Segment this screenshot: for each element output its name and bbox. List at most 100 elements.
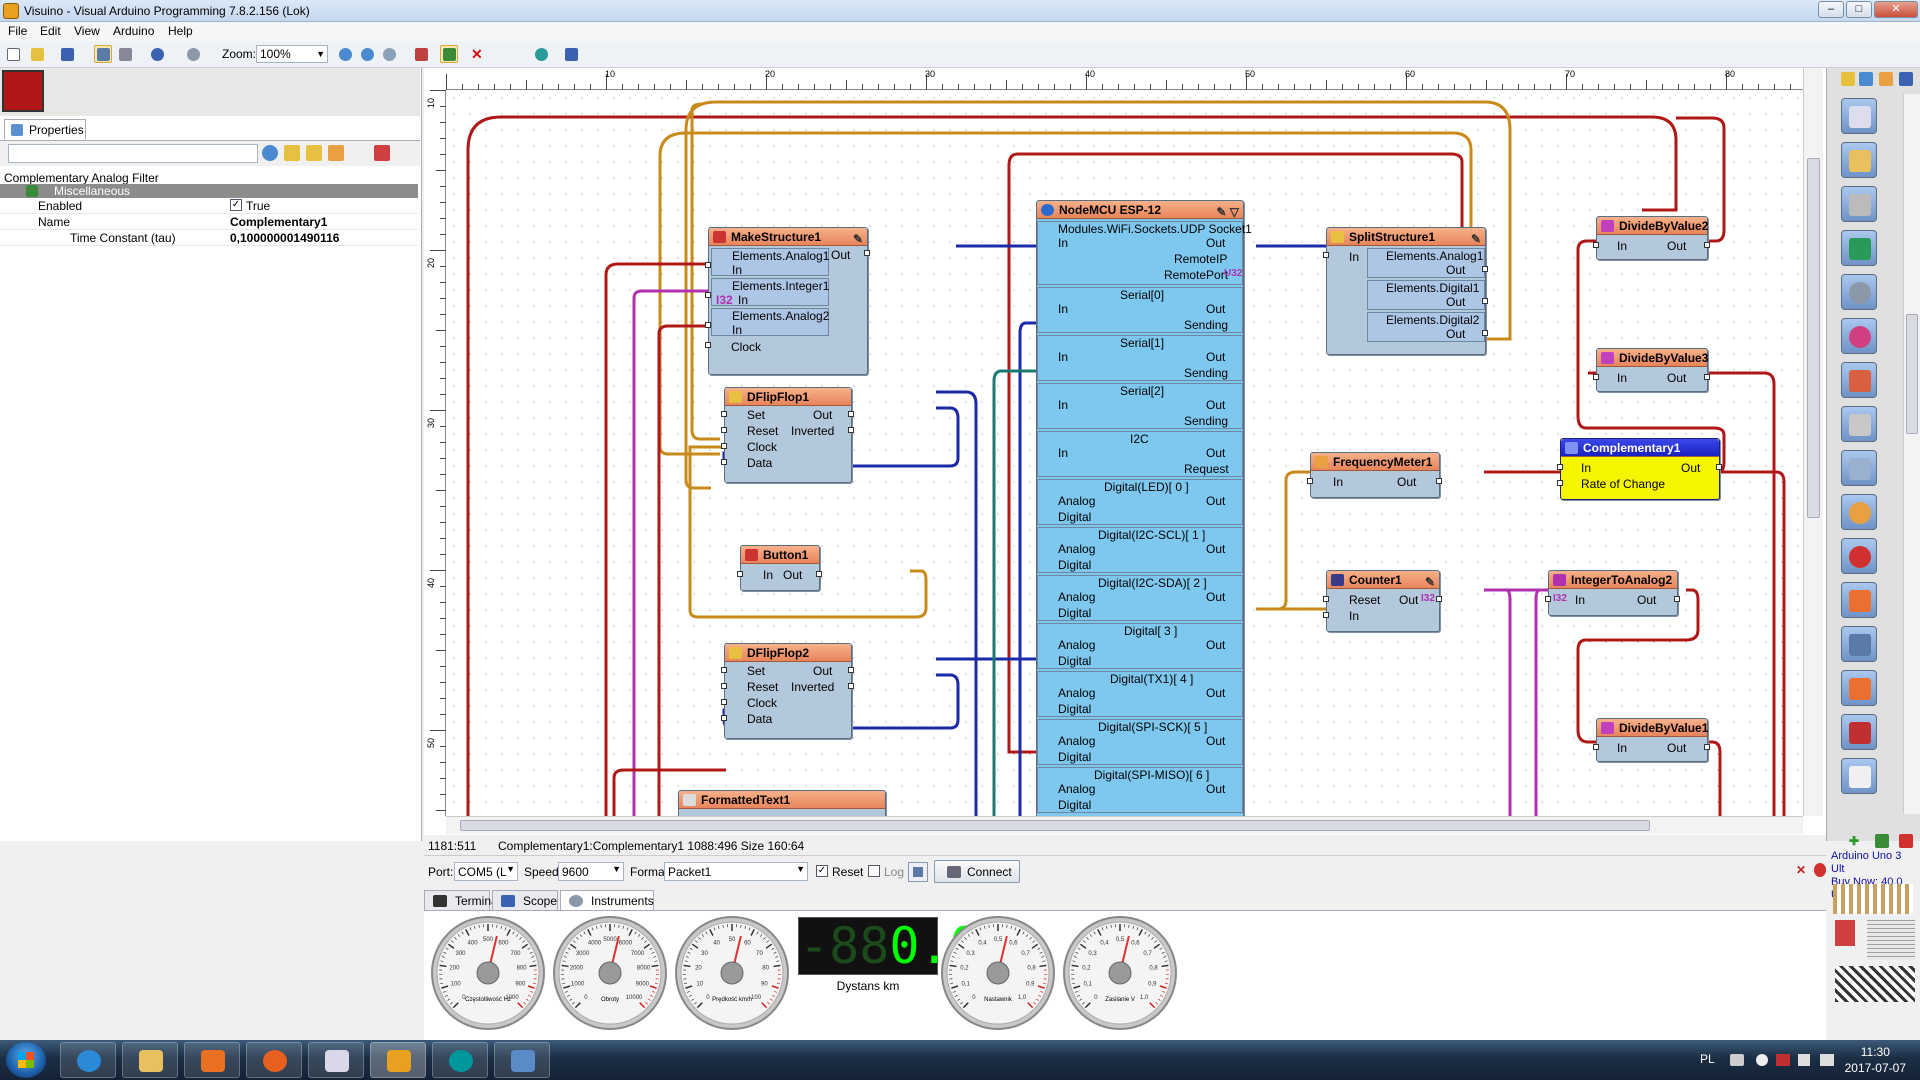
pin-icon[interactable]: [374, 145, 390, 161]
output-pin[interactable]: [1436, 478, 1442, 484]
undo-button[interactable]: [148, 45, 166, 63]
log-settings-button[interactable]: [908, 862, 928, 882]
wrench-icon[interactable]: ✎: [1425, 573, 1435, 591]
element-digital1[interactable]: Elements.Digital1 Out: [1367, 280, 1485, 310]
palette-collapse-icon[interactable]: [1879, 72, 1893, 86]
digital1-section[interactable]: Digital(I2C-SCL)[ 1 ] Analog Digital Out: [1037, 527, 1243, 573]
component-formattedtext[interactable]: FormattedText1: [678, 790, 886, 816]
keyboard-icon[interactable]: [1730, 1054, 1744, 1066]
digital2-section[interactable]: Digital(I2C-SDA)[ 2 ] Analog Digital Out: [1037, 575, 1243, 621]
component-header[interactable]: DivideByValue3: [1597, 349, 1708, 367]
property-row-time-constant[interactable]: Time Constant (tau) 0,100000001490116: [0, 230, 418, 246]
palette-item-communication[interactable]: [1841, 626, 1877, 662]
component-header[interactable]: MakeStructure1 ✎: [709, 228, 867, 246]
taskbar-media[interactable]: [184, 1042, 240, 1078]
taskbar-visuino[interactable]: [370, 1042, 426, 1078]
serial0-section[interactable]: Serial[0] In Out Sending: [1037, 287, 1243, 333]
diagram-thumbnail[interactable]: [0, 68, 420, 116]
property-group-miscellaneous[interactable]: Miscellaneous: [0, 184, 418, 198]
palette-item-motor[interactable]: [1841, 274, 1877, 310]
network-icon[interactable]: [1776, 1054, 1790, 1066]
link-button[interactable]: [440, 45, 458, 63]
menu-file[interactable]: File: [8, 24, 27, 38]
input-pin[interactable]: [1593, 374, 1599, 380]
grid-button[interactable]: [116, 45, 134, 63]
component-header[interactable]: IntegerToAnalog2: [1549, 571, 1677, 589]
reset-checkbox[interactable]: ✓: [816, 865, 828, 877]
palette-item-filter[interactable]: [1841, 450, 1877, 486]
output-pin[interactable]: [848, 411, 854, 417]
component-nodemcu[interactable]: NodeMCU ESP-12 ✎ ▽ Modules.WiFi.Sockets.U…: [1036, 200, 1252, 816]
taskbar-arduino[interactable]: [432, 1042, 488, 1078]
stop-icon[interactable]: [1814, 863, 1826, 877]
palette-item-flow[interactable]: [1841, 670, 1877, 706]
diagram-horizontal-scrollbar[interactable]: [446, 816, 1803, 834]
component-dividebyvalue3[interactable]: DivideByValue3 In Out: [1593, 348, 1710, 392]
palette-item-document[interactable]: [1841, 758, 1877, 794]
flag-icon[interactable]: [1798, 1054, 1810, 1066]
wrench-icon[interactable]: ✎: [1471, 230, 1481, 248]
component-splitstructure[interactable]: SplitStructure1 ✎ In Elements.Analog1 Out …: [1323, 227, 1488, 355]
component-header[interactable]: SplitStructure1 ✎: [1327, 228, 1485, 246]
collapse-icon[interactable]: [306, 145, 322, 161]
palette-item-storage[interactable]: [1841, 186, 1877, 222]
volume-icon[interactable]: [1820, 1054, 1834, 1066]
palette-item-math[interactable]: [1841, 230, 1877, 266]
view-components-button[interactable]: [94, 45, 112, 63]
expand-icon[interactable]: [284, 145, 300, 161]
component-frequencymeter[interactable]: FrequencyMeter1 In Out: [1307, 452, 1442, 498]
serial1-section[interactable]: Serial[1] In Out Sending: [1037, 335, 1243, 381]
speed-select[interactable]: 9600 ▼: [558, 862, 624, 881]
palette-item-module[interactable]: [1841, 406, 1877, 442]
input-pin[interactable]: [1545, 596, 1551, 602]
start-button[interactable]: [6, 1042, 46, 1078]
board-remove-icon[interactable]: [1899, 834, 1913, 848]
component-integertoanalog[interactable]: IntegerToAnalog2 I32 In Out: [1545, 570, 1680, 616]
close-button[interactable]: ✕: [1874, 1, 1918, 18]
menu-arduino[interactable]: Arduino: [113, 24, 154, 38]
minimize-button[interactable]: –: [1818, 1, 1844, 18]
component-dflipflop2[interactable]: DFlipFlop2 Set Reset Clock Data Out Inve…: [721, 643, 854, 739]
add-icon[interactable]: ✚: [1849, 834, 1863, 848]
palette-item-text[interactable]: [1841, 362, 1877, 398]
palette-item-timing[interactable]: [1841, 494, 1877, 530]
output-pin[interactable]: [1704, 242, 1710, 248]
palette-item-power[interactable]: [1841, 538, 1877, 574]
i2c-section[interactable]: I2C In Out Request: [1037, 431, 1243, 477]
input-pin[interactable]: [721, 683, 727, 689]
element-analog1[interactable]: Elements.Analog1 Out: [1367, 248, 1485, 278]
component-dividebyvalue2[interactable]: DivideByValue2 In Out: [1593, 216, 1710, 260]
component-header[interactable]: FrequencyMeter1: [1311, 453, 1439, 471]
format-select[interactable]: Packet1 ▼: [664, 862, 808, 881]
maximize-button[interactable]: □: [1846, 1, 1872, 18]
property-filter-input[interactable]: [8, 144, 258, 163]
board-button[interactable]: [562, 45, 580, 63]
property-value[interactable]: 0,100000001490116: [230, 231, 339, 245]
udp-socket-section[interactable]: Modules.WiFi.Sockets.UDP Socket1 In Out …: [1037, 221, 1252, 285]
zoom-in-button[interactable]: [336, 45, 354, 63]
taskbar-window[interactable]: [494, 1042, 550, 1078]
menu-help[interactable]: Help: [168, 24, 193, 38]
element-analog2[interactable]: Elements.Analog2 In: [711, 308, 829, 337]
input-pin[interactable]: [721, 443, 727, 449]
component-dflipflop1[interactable]: DFlipFlop1 Set Reset Clock Data Out Inve…: [721, 387, 854, 483]
input-pin[interactable]: [1323, 596, 1329, 602]
property-row-name[interactable]: Name Complementary1: [0, 214, 418, 230]
component-button1[interactable]: Button1 In Out: [737, 545, 822, 591]
clock[interactable]: 11:30 2017-07-07: [1845, 1044, 1906, 1076]
diagram-vertical-scrollbar[interactable]: [1803, 68, 1823, 816]
output-pin[interactable]: [1436, 596, 1442, 602]
filter-icon[interactable]: [262, 145, 278, 161]
input-pin[interactable]: [721, 667, 727, 673]
output-pin[interactable]: [848, 427, 854, 433]
palette-item-color[interactable]: [1841, 318, 1877, 354]
output-pin[interactable]: [816, 571, 822, 577]
wrench-icon[interactable]: ✎ ▽: [1216, 203, 1239, 221]
element-analog1[interactable]: Elements.Analog1 In: [711, 248, 829, 277]
input-pin[interactable]: [1593, 242, 1599, 248]
tab-instruments[interactable]: Instruments: [560, 890, 654, 910]
menu-edit[interactable]: Edit: [40, 24, 61, 38]
taskbar-ie[interactable]: [60, 1042, 116, 1078]
component-header[interactable]: Counter1 ✎: [1327, 571, 1439, 589]
redo-button[interactable]: [184, 45, 202, 63]
